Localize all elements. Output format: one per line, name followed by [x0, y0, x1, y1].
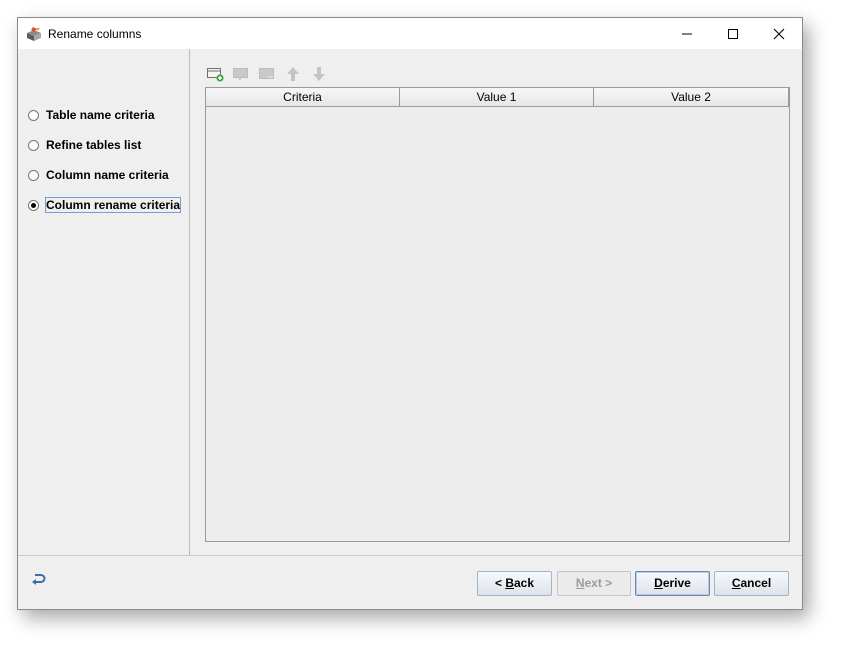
- window-title: Rename columns: [48, 27, 142, 41]
- back-label-rest: ack: [513, 576, 535, 590]
- undo-icon[interactable]: [31, 571, 47, 587]
- table-header: Criteria Value 1 Value 2: [206, 88, 789, 107]
- radio-button-selected[interactable]: [28, 199, 39, 211]
- rename-columns-dialog: Rename columns Table name criteria Refin…: [17, 17, 803, 610]
- column-header-value-1[interactable]: Value 1: [400, 88, 594, 107]
- wizard-app-icon: [26, 26, 42, 42]
- step-table-name-criteria[interactable]: Table name criteria: [28, 106, 156, 124]
- back-mnemonic: B: [505, 576, 514, 590]
- close-icon: [773, 28, 785, 40]
- footer-divider: [18, 555, 802, 556]
- remove-row-icon[interactable]: [258, 65, 276, 83]
- next-button[interactable]: Next >: [557, 571, 631, 596]
- move-down-icon[interactable]: [310, 65, 328, 83]
- maximize-button[interactable]: [710, 18, 756, 49]
- wizard-steps-panel: Table name criteria Refine tables list C…: [18, 49, 190, 555]
- radio-button[interactable]: [28, 139, 39, 151]
- step-column-rename-criteria[interactable]: Column rename criteria: [28, 196, 182, 214]
- step-label: Table name criteria: [46, 108, 155, 122]
- criteria-table[interactable]: Criteria Value 1 Value 2: [205, 87, 790, 542]
- column-header-criteria[interactable]: Criteria: [206, 88, 400, 107]
- maximize-icon: [728, 29, 738, 39]
- title-bar[interactable]: Rename columns: [18, 18, 802, 49]
- next-label-rest: ext >: [584, 576, 613, 590]
- back-prefix: <: [494, 576, 506, 590]
- step-column-name-criteria[interactable]: Column name criteria: [28, 166, 170, 184]
- derive-label-rest: erive: [662, 576, 691, 590]
- radio-button[interactable]: [28, 109, 39, 121]
- back-button[interactable]: < Back: [477, 571, 552, 596]
- derive-mnemonic: D: [654, 576, 663, 590]
- cancel-label-rest: ancel: [740, 576, 772, 590]
- step-label: Refine tables list: [46, 138, 142, 152]
- cancel-button[interactable]: Cancel: [714, 571, 789, 596]
- column-header-value-2[interactable]: Value 2: [594, 88, 789, 107]
- derive-button[interactable]: Derive: [635, 571, 710, 596]
- minimize-button[interactable]: [664, 18, 710, 49]
- step-label: Column name criteria: [46, 168, 169, 182]
- step-label: Column rename criteria: [45, 197, 182, 213]
- edit-row-icon[interactable]: [232, 65, 250, 83]
- minimize-icon: [682, 33, 692, 35]
- radio-button[interactable]: [28, 169, 39, 181]
- move-up-icon[interactable]: [284, 65, 302, 83]
- step-refine-tables-list[interactable]: Refine tables list: [28, 136, 142, 154]
- close-button[interactable]: [756, 18, 802, 49]
- add-row-icon[interactable]: [206, 65, 224, 83]
